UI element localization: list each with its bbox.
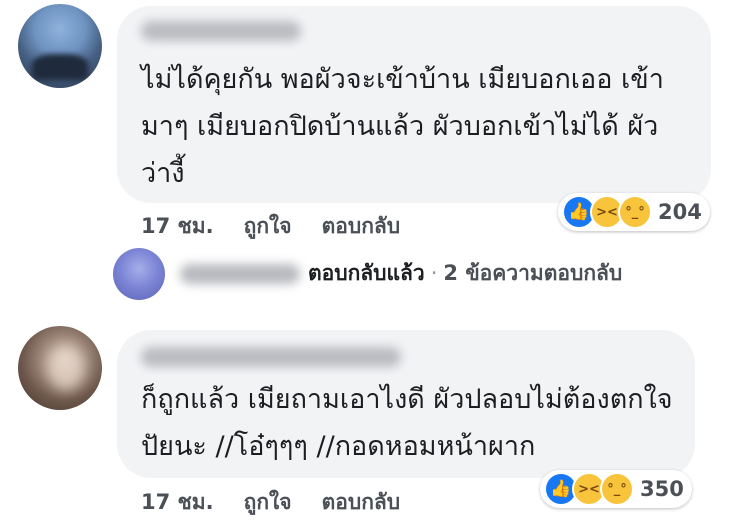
commenter-avatar[interactable] [18, 326, 102, 410]
sad-icon: °_° [600, 472, 634, 506]
like-button[interactable]: ถูกใจ [244, 490, 292, 514]
commenter-avatar[interactable] [18, 4, 102, 88]
reply-button[interactable]: ตอบกลับ [322, 214, 401, 238]
comment-bubble: ไม่ได้คุยกัน พอผัวจะเข้าบ้าน เมียบอกเออ … [117, 6, 711, 203]
reaction-summary[interactable]: 👍 >< °_° 350 [540, 470, 692, 508]
reaction-count: 350 [640, 477, 684, 501]
comment-text: ไม่ได้คุยกัน พอผัวจะเข้าบ้าน เมียบอกเออ … [141, 64, 664, 189]
reply-avatar[interactable] [113, 248, 165, 300]
commenter-name-blurred[interactable] [141, 21, 301, 41]
reply-button[interactable]: ตอบกลับ [322, 490, 401, 514]
comment-text: ก็ถูกแล้ว เมียถามเอาไงดี ผัวปลอบไม่ต้องต… [141, 384, 673, 462]
reaction-summary[interactable]: 👍 >< °_° 204 [558, 193, 710, 231]
comment-bubble: ก็ถูกแล้ว เมียถามเอาไงดี ผัวปลอบไม่ต้องต… [117, 330, 695, 478]
reply-count-link[interactable]: 2 ข้อความตอบกลับ [443, 261, 622, 285]
comment-actions: 17 ชม. ถูกใจ ตอบกลับ [141, 210, 400, 243]
comment-timestamp[interactable]: 17 ชม. [141, 214, 214, 238]
comment-timestamp[interactable]: 17 ชม. [141, 490, 214, 514]
reply-verb: ตอบกลับแล้ว [308, 261, 425, 285]
commenter-name-blurred[interactable] [141, 347, 401, 367]
comment-actions: 17 ชม. ถูกใจ ตอบกลับ [141, 486, 400, 519]
reply-author-blurred[interactable] [180, 264, 300, 284]
sad-icon: °_° [618, 195, 652, 229]
reply-preview[interactable]: ตอบกลับแล้ว · 2 ข้อความตอบกลับ [180, 257, 622, 290]
like-button[interactable]: ถูกใจ [244, 214, 292, 238]
separator-dot: · [430, 261, 438, 285]
reaction-count: 204 [658, 200, 702, 224]
